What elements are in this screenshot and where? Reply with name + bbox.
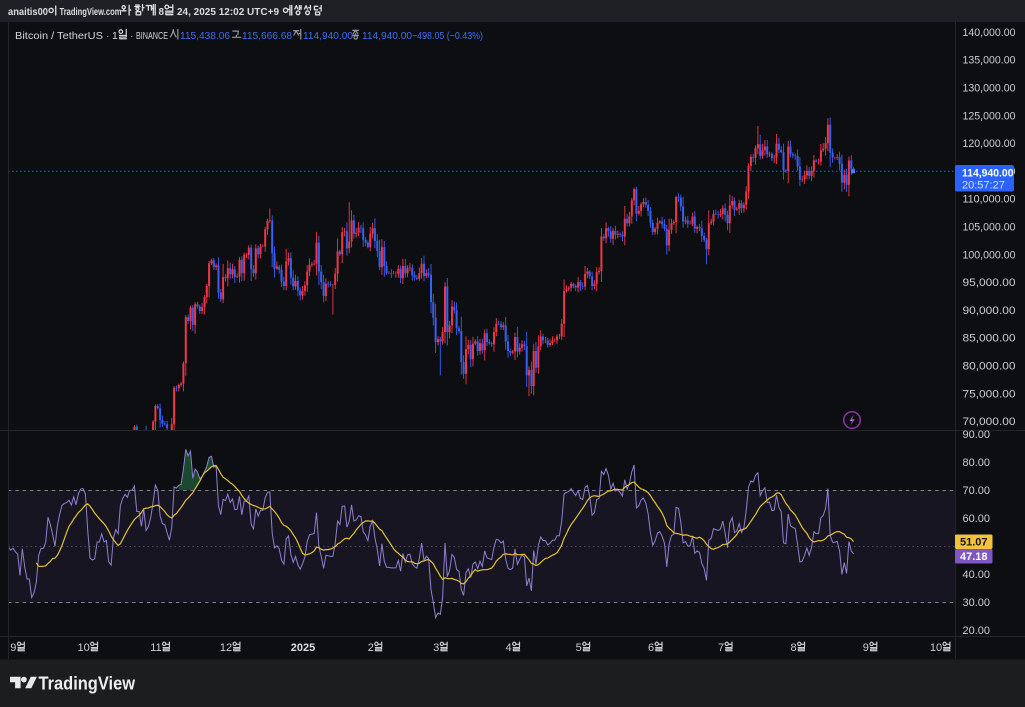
svg-text:80,000.00: 80,000.00 xyxy=(963,361,1016,373)
svg-text:·: · xyxy=(130,30,134,42)
svg-text:5: 5 xyxy=(576,642,582,654)
svg-text:90,000.00: 90,000.00 xyxy=(963,305,1016,317)
svg-text:110,000.00: 110,000.00 xyxy=(963,194,1016,206)
svg-text:·: · xyxy=(106,30,110,42)
svg-text:8: 8 xyxy=(791,642,797,654)
svg-text:20:57:27: 20:57:27 xyxy=(962,180,1005,192)
svg-text:114,940.00: 114,940.00 xyxy=(303,30,353,42)
svg-text:Bitcoin / TetherUS: Bitcoin / TetherUS xyxy=(15,30,103,42)
svg-text:7: 7 xyxy=(718,642,724,654)
svg-text:3: 3 xyxy=(433,642,439,654)
svg-text:130,000.00: 130,000.00 xyxy=(963,83,1016,95)
svg-text:140,000.00: 140,000.00 xyxy=(963,27,1016,39)
svg-text:100,000.00: 100,000.00 xyxy=(963,249,1016,261)
svg-text:125,000.00: 125,000.00 xyxy=(963,110,1016,122)
svg-text:120,000.00: 120,000.00 xyxy=(963,138,1016,150)
svg-text:115,438.06: 115,438.06 xyxy=(180,30,230,42)
svg-text:6: 6 xyxy=(648,642,654,654)
svg-text:90.00: 90.00 xyxy=(963,429,991,441)
svg-text:95,000.00: 95,000.00 xyxy=(963,277,1016,289)
svg-text:TradingView: TradingView xyxy=(39,673,136,694)
svg-text:10: 10 xyxy=(930,642,942,654)
svg-text:9: 9 xyxy=(10,642,16,654)
svg-text:70,000.00: 70,000.00 xyxy=(963,416,1016,428)
svg-text:114,940.00: 114,940.00 xyxy=(962,168,1014,180)
svg-text:8: 8 xyxy=(159,7,165,18)
svg-text:85,000.00: 85,000.00 xyxy=(963,333,1016,345)
svg-text:24, 2025 12:02 UTC+9: 24, 2025 12:02 UTC+9 xyxy=(177,7,279,18)
svg-text:9: 9 xyxy=(863,642,869,654)
svg-text:anaitis00: anaitis00 xyxy=(8,7,48,18)
svg-text:20.00: 20.00 xyxy=(963,625,991,637)
svg-text:4: 4 xyxy=(506,642,512,654)
svg-text:2: 2 xyxy=(368,642,374,654)
svg-text:2025: 2025 xyxy=(291,642,315,654)
svg-text:−498.05 (−0.43%): −498.05 (−0.43%) xyxy=(412,30,483,42)
svg-text:75,000.00: 75,000.00 xyxy=(963,388,1016,400)
svg-text:1: 1 xyxy=(112,30,118,42)
svg-text:135,000.00: 135,000.00 xyxy=(963,55,1016,67)
svg-text:10: 10 xyxy=(78,642,90,654)
svg-text:80.00: 80.00 xyxy=(963,457,991,469)
svg-text:47.18: 47.18 xyxy=(960,551,988,563)
svg-text:40.00: 40.00 xyxy=(963,569,991,581)
svg-text:114,940.00: 114,940.00 xyxy=(362,30,412,42)
svg-text:30.00: 30.00 xyxy=(963,597,991,609)
svg-text:60.00: 60.00 xyxy=(963,513,991,525)
svg-text:105,000.00: 105,000.00 xyxy=(963,222,1016,234)
svg-text:115,666.68: 115,666.68 xyxy=(242,30,292,42)
svg-text:TradingView.com: TradingView.com xyxy=(60,7,122,18)
svg-text:12: 12 xyxy=(220,642,232,654)
svg-text:BINANCE: BINANCE xyxy=(136,30,168,42)
svg-text:51.07: 51.07 xyxy=(960,537,988,549)
svg-text:11: 11 xyxy=(150,642,161,654)
svg-text:70.00: 70.00 xyxy=(963,485,991,497)
